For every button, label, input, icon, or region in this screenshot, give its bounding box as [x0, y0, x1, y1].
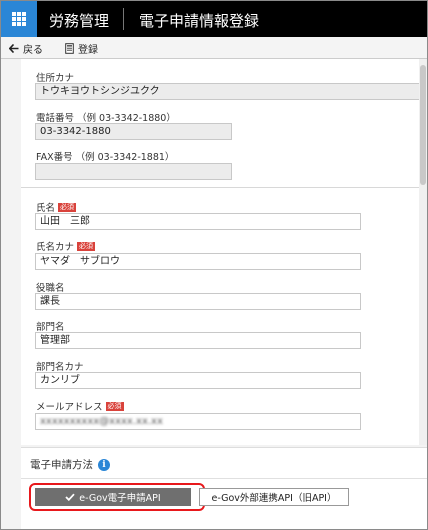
egov-api-label: e-Gov電子申請API	[79, 493, 161, 504]
email-label: メールアドレス 必須	[36, 401, 124, 413]
egov-legacy-api-option[interactable]: e-Gov外部連携API（旧API）	[199, 488, 349, 506]
required-badge: 必須	[77, 241, 96, 251]
fax-label: FAX番号 （例 03-3342-1881）	[36, 152, 175, 163]
department-label: 部門名	[36, 322, 65, 333]
header-divider	[123, 8, 124, 30]
app-launcher-button[interactable]	[1, 1, 37, 37]
name-kana-field[interactable]: ヤマダ サブロウ	[35, 253, 361, 270]
name-label: 氏名 必須	[36, 202, 77, 214]
email-field[interactable]: xxxxxxxxxx@xxxx.xx.xx	[35, 413, 361, 430]
submission-method-section: 電子申請方法 i e-Gov電子申請API e-Gov外部連携API（旧API）	[21, 447, 427, 529]
page-title: 電子申請情報登録	[139, 12, 260, 30]
submission-method-title: 電子申請方法 i	[30, 457, 110, 472]
toolbar: 戻る 登録	[1, 37, 427, 59]
info-icon[interactable]: i	[98, 458, 110, 471]
back-button[interactable]: 戻る	[9, 41, 43, 56]
address-kana-label: 住所カナ	[36, 73, 75, 84]
scrollbar[interactable]	[419, 59, 427, 445]
required-badge: 必須	[58, 202, 77, 212]
title-field[interactable]: 課長	[35, 293, 361, 310]
phone-field[interactable]: 03-3342-1880	[35, 123, 232, 140]
department-field[interactable]: 管理部	[35, 332, 361, 349]
name-field[interactable]: 山田 三郎	[35, 213, 361, 230]
app-grid-icon	[12, 12, 26, 26]
address-kana-field[interactable]: トウキヨウトシンジユクク	[35, 83, 425, 100]
title-label: 役職名	[36, 283, 65, 294]
back-label: 戻る	[23, 45, 43, 56]
fax-field[interactable]	[35, 163, 232, 180]
scrollbar-thumb[interactable]	[420, 65, 426, 185]
check-icon	[65, 493, 75, 501]
app-header: 労務管理 電子申請情報登録	[1, 1, 427, 37]
form-content: 住所カナ トウキヨウトシンジユクク 電話番号 （例 03-3342-1880） …	[21, 59, 427, 445]
department-kana-label: 部門名カナ	[36, 362, 84, 373]
arrow-left-icon	[9, 44, 19, 53]
name-kana-label: 氏名カナ 必須	[36, 241, 96, 253]
email-value: xxxxxxxxxx@xxxx.xx.xx	[40, 416, 163, 427]
egov-legacy-api-label: e-Gov外部連携API（旧API）	[211, 493, 337, 504]
save-button[interactable]: 登録	[65, 41, 98, 56]
app-name: 労務管理	[49, 12, 110, 30]
document-icon	[65, 43, 74, 54]
section-divider	[21, 187, 427, 188]
egov-api-option[interactable]: e-Gov電子申請API	[35, 488, 191, 506]
required-badge: 必須	[105, 401, 124, 411]
method-divider	[21, 478, 427, 479]
phone-label: 電話番号 （例 03-3342-1880）	[36, 113, 176, 124]
save-label: 登録	[78, 45, 98, 56]
department-kana-field[interactable]: カンリブ	[35, 372, 361, 389]
window-frame: 労務管理 電子申請情報登録 戻る 登録 住所カナ トウキヨウトシンジユクク 電話…	[0, 0, 428, 530]
